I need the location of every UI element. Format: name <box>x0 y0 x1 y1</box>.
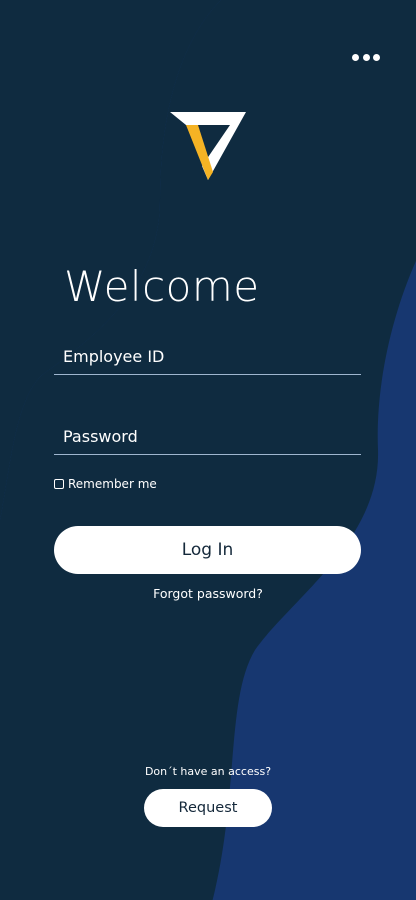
log-in-button[interactable]: Log In <box>54 526 361 574</box>
remember-me-option[interactable]: Remember me <box>54 477 157 491</box>
request-access-button[interactable]: Request <box>144 789 272 827</box>
v-logo-icon <box>170 112 246 180</box>
more-options-button[interactable] <box>352 52 380 62</box>
more-horizontal-icon <box>352 53 359 61</box>
more-horizontal-icon <box>373 53 380 61</box>
more-horizontal-icon <box>362 53 370 61</box>
remember-me-label: Remember me <box>68 477 157 491</box>
welcome-title: Welcome <box>64 262 260 311</box>
no-access-prompt: Don´t have an access? <box>144 765 272 778</box>
employee-id-field-container <box>54 338 361 375</box>
forgot-password-link[interactable]: Forgot password? <box>0 586 416 601</box>
remember-me-checkbox[interactable] <box>54 479 64 489</box>
login-screen: Welcome Remember me Log In Forgot passwo… <box>0 0 416 900</box>
password-input[interactable] <box>54 418 361 454</box>
employee-id-input[interactable] <box>54 338 361 374</box>
password-field-container <box>54 418 361 455</box>
